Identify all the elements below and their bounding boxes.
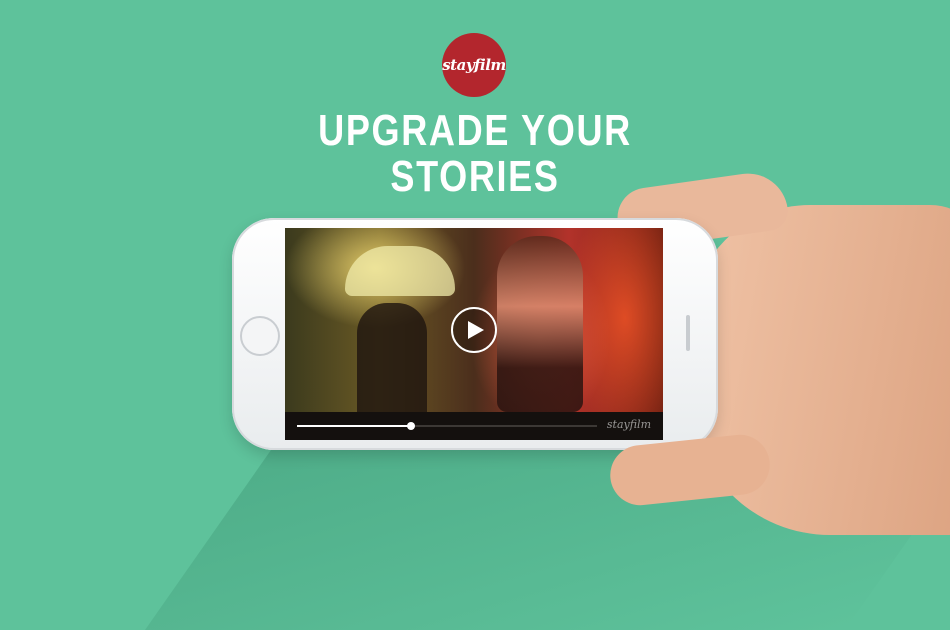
video-player: stayfilm — [285, 228, 663, 440]
play-icon — [467, 321, 484, 339]
video-watermark: stayfilm — [606, 418, 651, 431]
headline-line-1: UPGRADE YOUR — [318, 106, 632, 155]
phone-side-button — [686, 315, 690, 351]
logo-text: stayfilm — [442, 56, 506, 74]
woman-with-headphones — [497, 236, 583, 412]
play-button[interactable] — [451, 307, 497, 353]
progress-scrubber[interactable] — [407, 422, 415, 430]
progress-fill — [297, 425, 411, 427]
video-controls: stayfilm — [285, 412, 663, 440]
background-figure — [357, 303, 427, 412]
umbrella — [345, 246, 455, 296]
stayfilm-logo[interactable]: stayfilm — [442, 33, 506, 97]
progress-bar[interactable] — [297, 422, 597, 430]
video-frame[interactable] — [285, 228, 663, 412]
phone-home-button — [240, 316, 280, 356]
